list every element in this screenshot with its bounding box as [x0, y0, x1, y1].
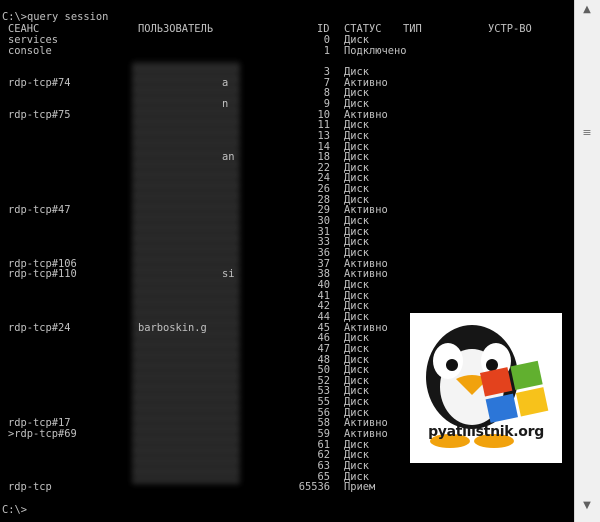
penguin-logo-icon: [426, 325, 549, 448]
row-session: services: [8, 34, 59, 46]
row-status: Диск: [344, 129, 370, 142]
row-id: 40: [317, 278, 330, 291]
row-id: 13: [317, 129, 330, 142]
prompt-line[interactable]: C:\>: [2, 505, 27, 516]
row-id: 3: [323, 65, 330, 78]
scroll-down-arrow-icon[interactable]: ▼: [579, 498, 595, 514]
row-session: console: [8, 44, 52, 57]
site-logo: pyatilistnik.org: [410, 313, 562, 463]
row-id: 9: [323, 97, 330, 110]
row-status: Диск: [344, 34, 370, 46]
vertical-scrollbar[interactable]: ▲ ≡ ▼: [574, 0, 600, 522]
row-session: rdp-tcp#24: [8, 321, 71, 334]
header-id: ID: [317, 23, 330, 35]
console-window[interactable]: C:\>query session СЕАНС ПОЛЬЗОВАТЕЛЬ ID …: [0, 0, 574, 522]
row-id: 44: [317, 310, 330, 323]
header-user: ПОЛЬЗОВАТЕЛЬ: [138, 23, 214, 35]
row-user: an: [222, 151, 235, 164]
row-session: rdp-tcp#74: [8, 76, 71, 89]
row-id: 47: [317, 342, 330, 355]
row-user: barboskin.g: [138, 321, 207, 334]
header-status: СТАТУС: [344, 23, 382, 35]
row-session: rdp-tcp: [8, 481, 52, 494]
row-status: Диск: [344, 460, 370, 472]
row-session: rdp-tcp#110: [8, 268, 77, 281]
row-status: Диск: [344, 65, 370, 78]
header-session: СЕАНС: [8, 23, 40, 35]
row-status: Диск: [344, 247, 370, 259]
row-session: >rdp-tcp#69: [8, 428, 77, 441]
scroll-up-arrow-icon[interactable]: ▲: [579, 2, 595, 18]
header-device: УСТР-ВО: [488, 23, 532, 35]
row-status: Диск: [344, 278, 370, 291]
row-user: si: [222, 268, 235, 281]
header-type: ТИП: [403, 23, 422, 35]
scroll-grip-icon[interactable]: ≡: [581, 127, 593, 138]
row-status: Диск: [344, 97, 370, 110]
row-id: 1: [323, 44, 330, 57]
row-user: a: [222, 76, 229, 89]
row-status: Подключено: [344, 44, 407, 57]
logo-text: pyatilistnik.org: [428, 424, 544, 440]
command-line: C:\>query session: [2, 11, 109, 23]
row-id: 0: [323, 34, 330, 46]
row-id: 65536: [298, 481, 330, 494]
row-status: Диск: [344, 310, 370, 323]
row-session: rdp-tcp#75: [8, 108, 71, 121]
row-id: 36: [317, 247, 330, 259]
row-status: Диск: [344, 342, 370, 355]
row-session: rdp-tcp#47: [8, 204, 71, 217]
row-status: Прием: [344, 481, 376, 494]
row-user: n: [222, 97, 229, 110]
row-id: 63: [317, 460, 330, 472]
